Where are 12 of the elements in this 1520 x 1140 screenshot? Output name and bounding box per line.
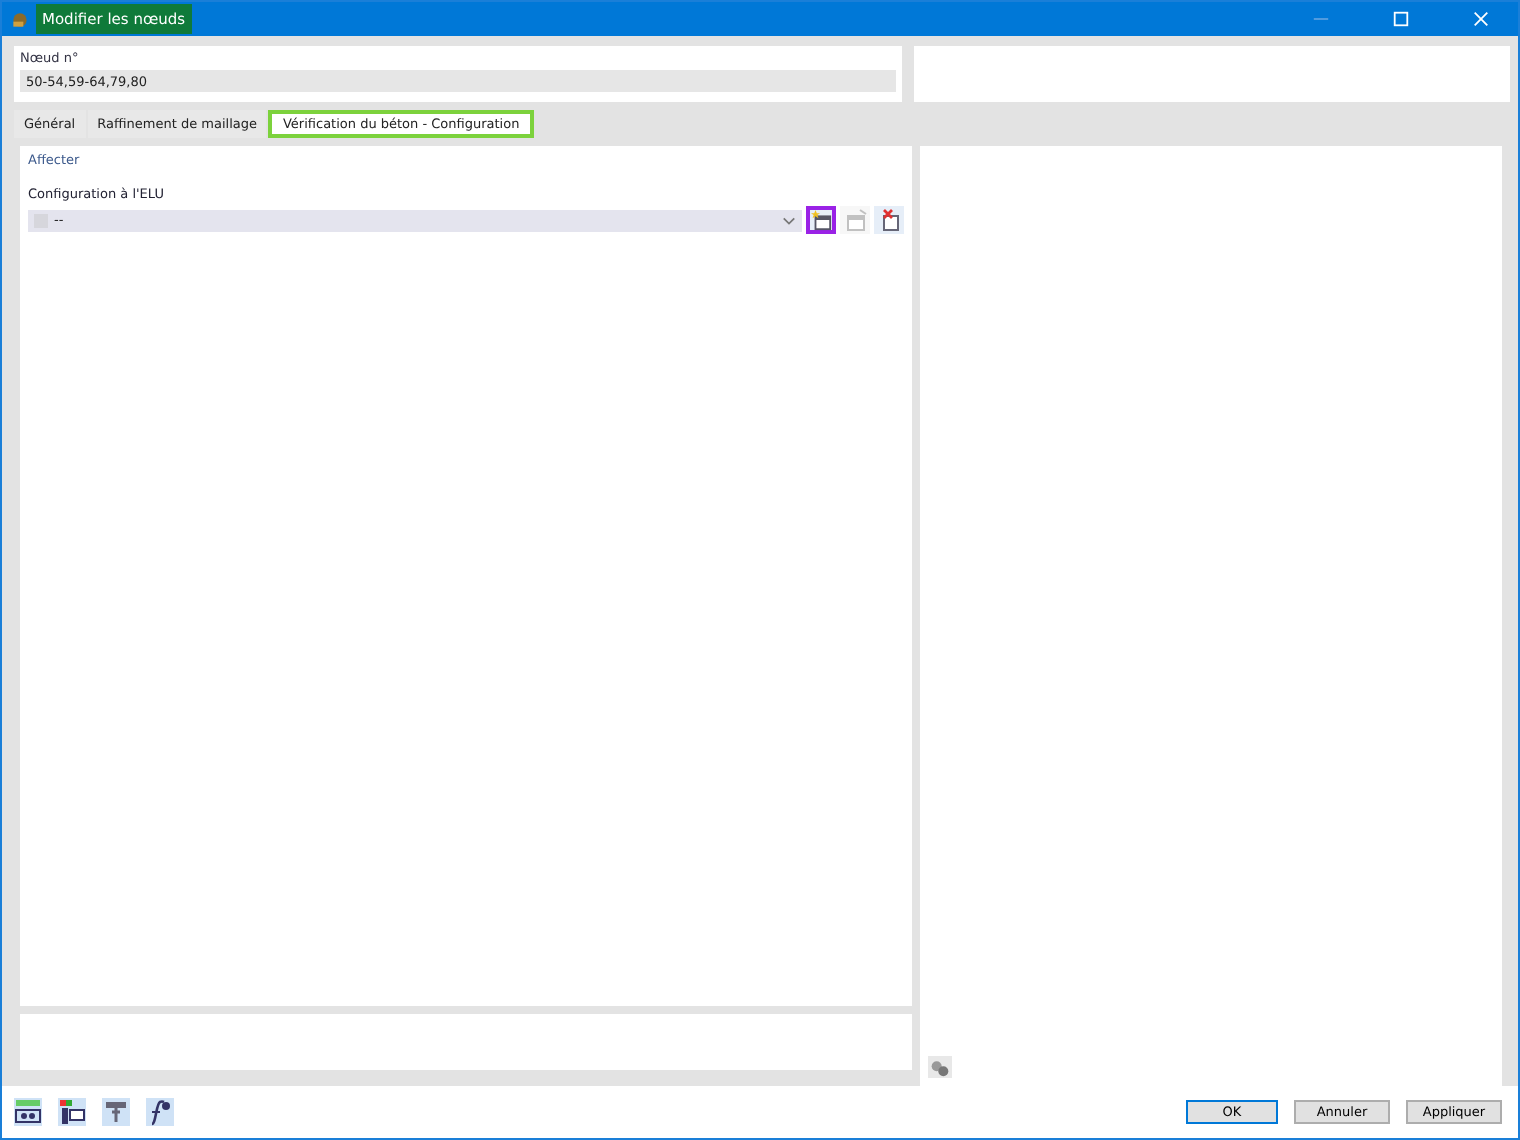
view-button[interactable] (102, 1098, 130, 1126)
units-button[interactable] (14, 1098, 42, 1126)
new-button[interactable] (806, 206, 836, 234)
delete-button[interactable] (874, 206, 904, 234)
maximize-icon[interactable] (1392, 10, 1410, 28)
function-button[interactable] (146, 1098, 174, 1126)
colors-button[interactable] (58, 1098, 86, 1126)
display-button[interactable] (928, 1056, 952, 1078)
caret-icon[interactable] (782, 215, 796, 225)
close-icon[interactable] (1472, 10, 1490, 28)
app-icon (10, 9, 30, 29)
color-swatch (34, 213, 48, 227)
